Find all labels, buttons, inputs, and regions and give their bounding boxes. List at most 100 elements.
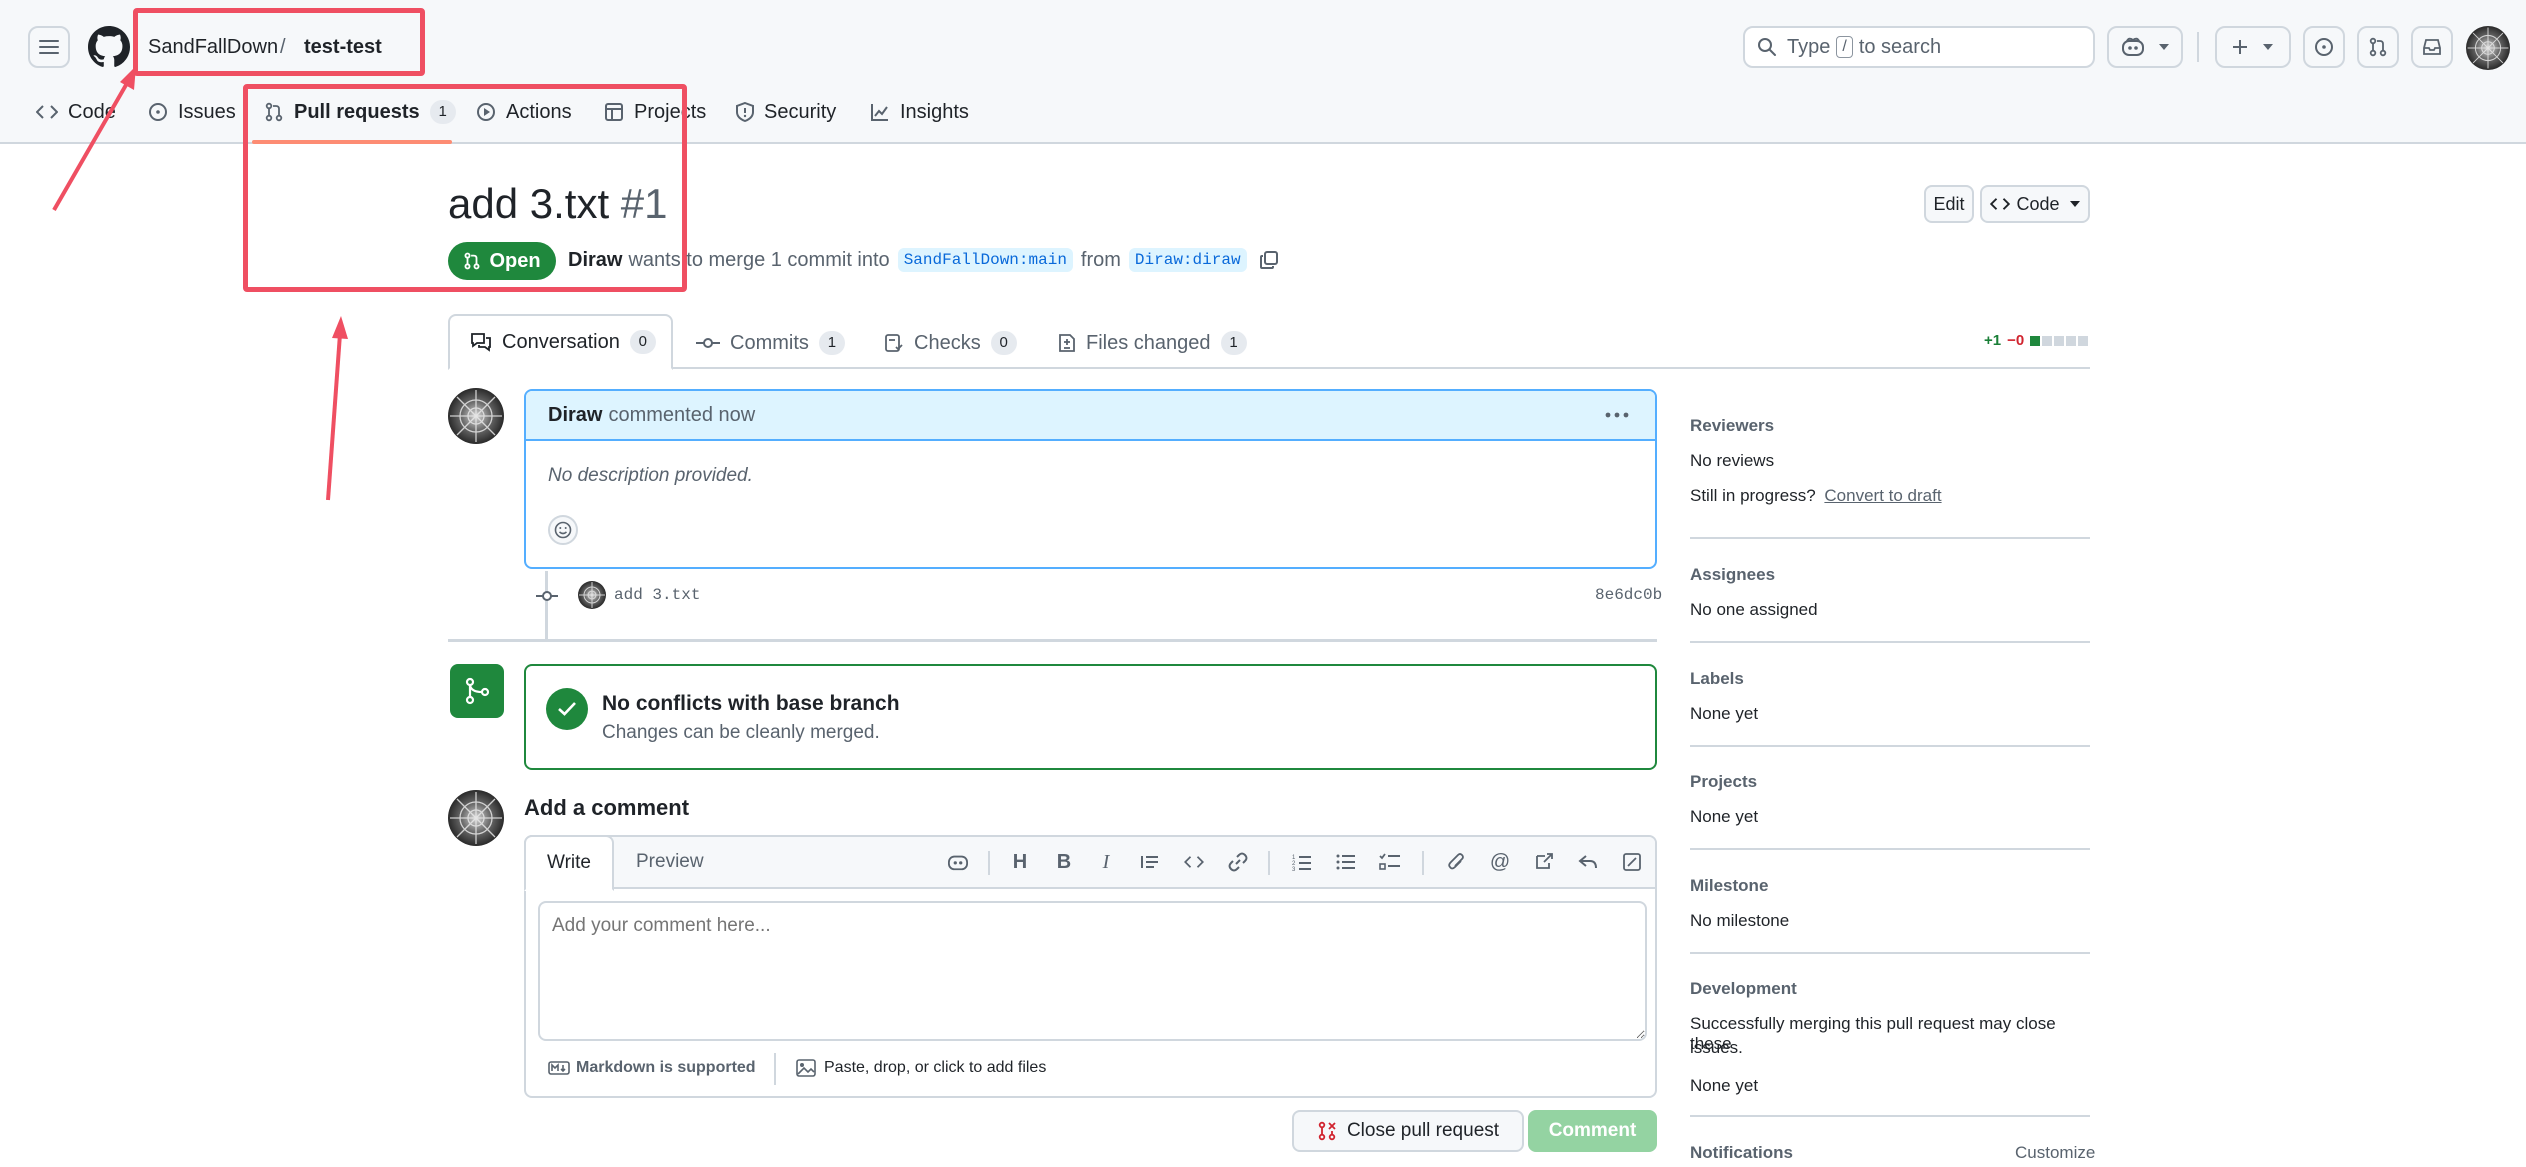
search-suffix: to search — [1858, 35, 1942, 58]
avatar[interactable] — [448, 790, 504, 846]
copy-icon[interactable] — [1259, 250, 1279, 270]
unordered-list-icon[interactable] — [1334, 850, 1358, 874]
code-icon[interactable] — [1182, 850, 1206, 874]
tab-write[interactable]: Write — [524, 835, 614, 891]
create-new-button[interactable] — [2215, 26, 2291, 68]
close-pull-request-button[interactable]: Close pull request — [1292, 1110, 1524, 1152]
tab-security-label: Security — [764, 100, 837, 123]
search-input[interactable]: Type / to search — [1743, 26, 2095, 68]
merge-status-subtitle: Changes can be cleanly merged. — [602, 722, 880, 743]
user-avatar[interactable] — [2466, 26, 2510, 70]
tab-commits[interactable]: Commits 1 — [696, 318, 845, 368]
comment-textarea[interactable] — [538, 901, 1647, 1041]
comment-editor: Write Preview H B I 123 @ Markdown is su… — [524, 835, 1657, 1098]
pr-merge-text: wants to merge 1 commit into — [628, 248, 890, 271]
search-prefix: Type — [1787, 35, 1831, 58]
search-icon — [1758, 38, 1776, 56]
commits-count: 1 — [818, 331, 845, 355]
comment-author[interactable]: Diraw — [548, 404, 602, 427]
sidebar-divider — [1690, 537, 2090, 539]
task-list-icon[interactable] — [1378, 850, 1402, 874]
pull-request-icon — [2369, 37, 2387, 57]
reviewers-heading[interactable]: Reviewers — [1690, 416, 1774, 436]
customize-link[interactable]: Customize — [2015, 1143, 2095, 1163]
tab-issues[interactable]: Issues — [148, 98, 236, 126]
convert-to-draft-link[interactable]: Convert to draft — [1824, 486, 1941, 505]
attach-files[interactable]: Paste, drop, or click to add files — [796, 1059, 1046, 1077]
edit-button[interactable]: Edit — [1924, 185, 1974, 223]
image-icon — [796, 1059, 816, 1077]
smiley-icon — [554, 521, 572, 539]
timeline-line — [545, 571, 548, 641]
plus-icon — [2233, 40, 2247, 54]
check-circle-icon — [546, 688, 588, 730]
close-pull-request-label: Close pull request — [1346, 1120, 1500, 1141]
projects-heading[interactable]: Projects — [1690, 772, 1757, 792]
add-reaction-button[interactable] — [548, 515, 578, 545]
graph-icon — [871, 104, 888, 121]
inbox-button[interactable] — [2411, 26, 2453, 68]
tab-checks[interactable]: Checks 0 — [884, 318, 1017, 368]
pull-requests-button[interactable] — [2357, 26, 2399, 68]
search-shortcut-key: / — [1836, 36, 1853, 58]
commit-message[interactable]: add 3.txt — [614, 586, 700, 604]
quote-icon[interactable] — [1138, 850, 1162, 874]
copilot-icon — [2122, 37, 2144, 56]
file-diff-icon — [1059, 334, 1075, 352]
merge-status-card: No conflicts with base branch Changes ca… — [524, 664, 1657, 770]
avatar[interactable] — [448, 388, 504, 444]
comments-icon — [471, 333, 491, 352]
code-dropdown-button[interactable]: Code — [1980, 185, 2090, 223]
svg-text:3: 3 — [1292, 867, 1296, 871]
link-icon[interactable] — [1226, 850, 1250, 874]
paperclip-icon[interactable] — [1444, 850, 1468, 874]
assignees-value: No one assigned — [1690, 600, 1818, 619]
base-branch[interactable]: SandFallDown:main — [897, 248, 1073, 272]
status-label: Open — [489, 249, 541, 272]
pr-meta: Diraw wants to merge 1 commit into SandF… — [568, 248, 1279, 272]
projects-value: None yet — [1690, 807, 1759, 826]
ordered-list-icon[interactable]: 123 — [1290, 850, 1314, 874]
development-heading[interactable]: Development — [1690, 979, 1797, 999]
tab-issues-label: Issues — [178, 100, 236, 123]
comment-body: No description provided. — [548, 465, 753, 486]
tab-write-label: Write — [547, 852, 591, 873]
tab-conversation[interactable]: Conversation 0 — [448, 314, 673, 370]
fullscreen-icon[interactable] — [1620, 850, 1644, 874]
attach-files-label: Paste, drop, or click to add files — [824, 1059, 1047, 1076]
chevron-down-icon — [2263, 44, 2273, 50]
comment-action: commented now — [608, 403, 756, 426]
commit-icon — [536, 591, 558, 601]
tab-files-changed-label: Files changed — [1086, 331, 1211, 354]
markdown-note[interactable]: Markdown is supported — [548, 1059, 756, 1077]
reply-icon[interactable] — [1576, 850, 1600, 874]
commit-sha[interactable]: 8e6dc0b — [1595, 586, 1662, 604]
copilot-icon[interactable] — [946, 850, 970, 874]
shield-icon — [736, 102, 754, 122]
status-badge: Open — [448, 242, 556, 280]
page-title: add 3.txt #1 — [448, 180, 668, 228]
assignees-heading[interactable]: Assignees — [1690, 565, 1775, 585]
bold-icon[interactable]: B — [1052, 850, 1076, 874]
avatar[interactable] — [578, 581, 606, 609]
copilot-button[interactable] — [2107, 26, 2183, 68]
tab-insights[interactable]: Insights — [870, 98, 969, 126]
pr-author[interactable]: Diraw — [568, 249, 622, 272]
heading-icon[interactable]: H — [1008, 850, 1032, 874]
mention-icon[interactable]: @ — [1488, 850, 1512, 874]
italic-icon[interactable]: I — [1094, 850, 1118, 874]
tab-preview[interactable]: Preview — [636, 851, 704, 873]
comment-header: Diraw commented now — [526, 391, 1655, 441]
reviewers-value: No reviews — [1690, 451, 1775, 470]
labels-heading[interactable]: Labels — [1690, 669, 1744, 689]
milestone-heading[interactable]: Milestone — [1690, 876, 1768, 896]
tab-files-changed[interactable]: Files changed 1 — [1058, 318, 1247, 368]
cross-reference-icon[interactable] — [1532, 850, 1556, 874]
issues-button[interactable] — [2303, 26, 2345, 68]
kebab-horizontal-icon[interactable] — [1605, 412, 1629, 418]
tab-conversation-label: Conversation — [502, 330, 620, 353]
head-branch[interactable]: Diraw:diraw — [1128, 248, 1247, 272]
tab-security[interactable]: Security — [736, 98, 836, 126]
conversation-count: 0 — [629, 330, 656, 354]
comment-submit-button[interactable]: Comment — [1528, 1110, 1657, 1152]
